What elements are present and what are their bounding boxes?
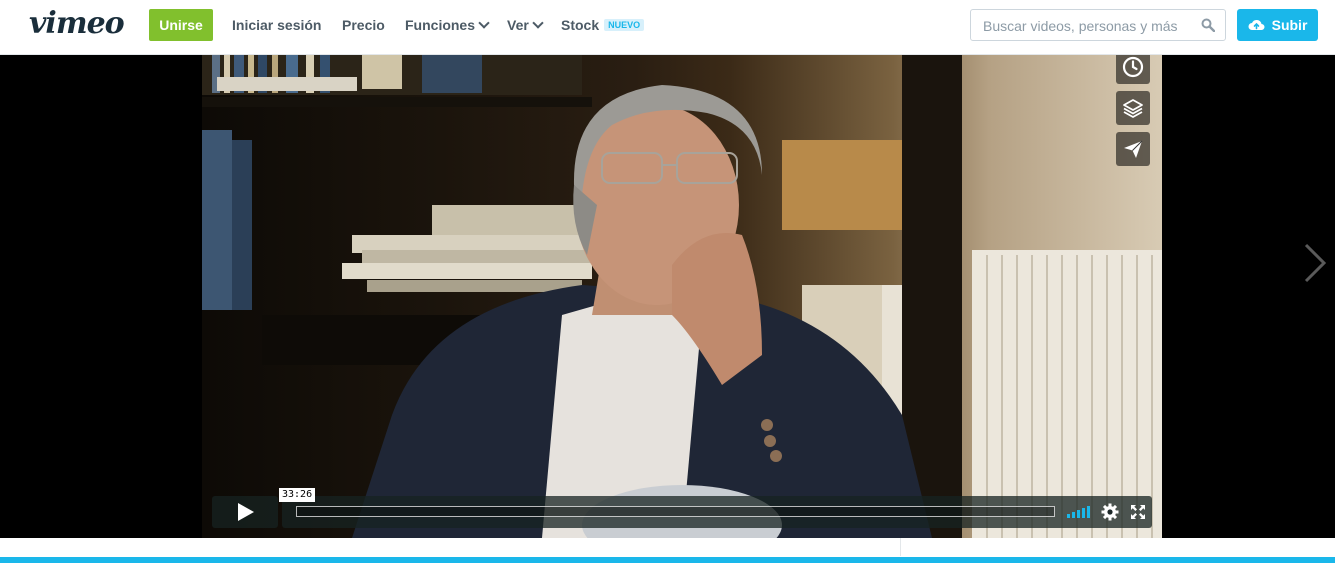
watch-menu[interactable]: Ver [507,17,544,33]
video-stage [0,55,1335,538]
search-input[interactable] [981,11,1195,41]
top-navigation-bar: vimeo Unirse Iniciar sesión Precio Funci… [0,0,1335,55]
player-controls [212,496,1152,528]
volume-bar [1082,508,1085,518]
stock-label: Stock [561,17,600,33]
next-video-arrow-icon[interactable] [1300,243,1330,283]
fullscreen-icon[interactable] [1130,504,1146,520]
search-box [970,9,1226,41]
chevron-down-icon [478,17,490,29]
collections-button[interactable] [1116,91,1150,125]
share-button[interactable] [1116,132,1150,166]
login-link[interactable]: Iniciar sesión [232,17,321,33]
clock-icon [1122,56,1144,78]
page-content-below [0,538,1335,563]
upload-label: Subir [1271,17,1308,33]
volume-bar [1087,506,1090,518]
vimeo-logo[interactable]: vimeo [29,6,125,41]
control-bar [282,496,1152,528]
cloud-upload-icon [1248,19,1265,30]
play-icon [238,503,254,521]
search-icon[interactable] [1201,18,1215,32]
features-label: Funciones [405,17,476,33]
layers-icon [1123,99,1143,118]
accent-stripe [0,557,1335,563]
video-frame[interactable] [202,55,1162,538]
volume-bar [1072,512,1075,518]
join-button[interactable]: Unirse [149,9,213,41]
video-still-image [202,55,1162,538]
watch-later-button[interactable] [1116,55,1150,84]
timecode: 33:26 [279,488,316,502]
paper-plane-icon [1124,140,1143,158]
stock-link[interactable]: Stock NUEVO [561,17,645,33]
volume-bar [1077,510,1080,518]
features-menu[interactable]: Funciones [405,17,490,33]
upload-button[interactable]: Subir [1237,9,1318,41]
volume-icon[interactable] [1066,506,1092,518]
pricing-link[interactable]: Precio [342,17,385,33]
volume-bar [1067,514,1070,518]
watch-label: Ver [507,17,529,33]
chevron-down-icon [532,17,544,29]
settings-gear-icon[interactable] [1101,503,1119,521]
play-button[interactable] [212,496,278,528]
divider [900,538,901,556]
progress-bar[interactable] [296,506,1055,517]
new-badge: NUEVO [604,19,645,32]
